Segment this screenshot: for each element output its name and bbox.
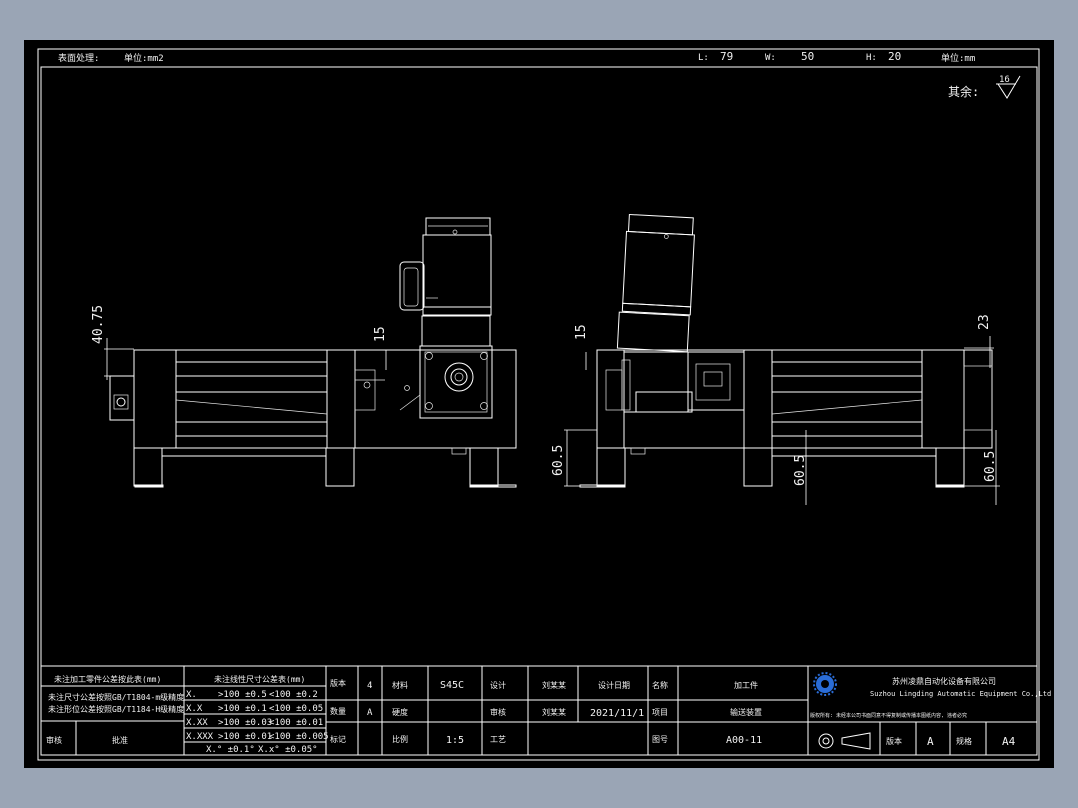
tol-a-3: >100 ±0.03: [218, 718, 272, 728]
unit-label: 单位:mm: [941, 52, 975, 64]
roughness-symbol: 16: [996, 75, 1021, 99]
tolerance-title: 未注线性尺寸公差表(mm): [214, 674, 305, 684]
tol-a-1: >100 ±0.5: [218, 690, 267, 700]
rest-label: 其余:: [948, 84, 979, 99]
drawing-sheet: 表面处理: 单位:mm2 L: 79 W: 50 H: 20 单位:mm 其余:…: [24, 40, 1054, 768]
process-label: 工艺: [490, 735, 506, 744]
surface-treatment-label: 表面处理:: [58, 52, 99, 64]
name-value: 加工件: [734, 680, 758, 690]
W-value: 50: [801, 50, 814, 63]
designer-name: 刘某某: [542, 680, 566, 690]
tol-b-1: <100 ±0.2: [269, 690, 318, 700]
drawing-no-value: A00-11: [726, 735, 762, 746]
dim-60-5-b: 60.5: [793, 455, 808, 486]
project-value: 输送装置: [730, 707, 762, 717]
size-value: A4: [1002, 735, 1016, 748]
note-2: 未注尺寸公差按照GB/T1804-m级精度: [48, 692, 184, 702]
checker-name: 刘某某: [542, 707, 566, 717]
L-label: L:: [698, 53, 709, 63]
mark-label: 标记: [330, 734, 346, 744]
right-view: 15 23 60.5 60.5 60.5: [551, 213, 1000, 505]
page-label: 版本: [886, 736, 902, 746]
H-value: 20: [888, 50, 901, 63]
inner-frame: [40, 66, 1038, 756]
approve-label: 批准: [112, 735, 128, 745]
dim-60-5-a: 60.5: [551, 445, 566, 476]
tol-fmt-1: X.: [186, 690, 197, 700]
note-3: 未注形位公差按照GB/T1184-H级精度: [48, 704, 184, 714]
name-label: 名称: [652, 680, 668, 690]
dim-15-right: 15: [574, 324, 589, 340]
svg-text:16: 16: [999, 75, 1010, 85]
tol-fmt-4: X.XXX: [186, 732, 214, 742]
dim-40-75: 40.75: [91, 305, 106, 344]
tol-fmt-3: X.XX: [186, 718, 208, 728]
check-label: 审核: [490, 707, 506, 717]
dim-60-5-c: 60.5: [983, 451, 998, 482]
company-name-cn: 苏州凌鼎自动化设备有限公司: [892, 676, 996, 686]
dim-15-left: 15: [373, 326, 388, 342]
quantity-value: 4: [367, 681, 372, 691]
material-label: 材料: [392, 680, 408, 690]
company-logo: [813, 672, 837, 696]
date-value: 2021/11/1: [590, 708, 644, 719]
angle-tol-b: X.x° ±0.05°: [258, 745, 318, 755]
note-1: 未注加工零件公差按此表(mm): [54, 674, 161, 684]
hardness-label: 硬度: [392, 707, 408, 717]
unit-area-label: 单位:mm2: [124, 52, 164, 64]
material-value: S45C: [440, 680, 464, 691]
projection-symbol: [818, 732, 871, 750]
design-label: 设计: [490, 680, 506, 690]
W-label: W:: [765, 53, 776, 63]
cad-drawing: 表面处理: 单位:mm2 L: 79 W: 50 H: 20 单位:mm 其余:…: [37, 48, 1051, 761]
tol-a-2: >100 ±0.1: [218, 704, 267, 714]
dim-23: 23: [977, 314, 992, 330]
tol-b-3: <100 ±0.01: [269, 718, 323, 728]
tol-b-4: <100 ±0.005: [269, 732, 329, 742]
tol-b-2: <100 ±0.05: [269, 704, 323, 714]
angle-tol-a: X.° ±0.1°: [206, 745, 255, 755]
scale-value: 1:5: [446, 735, 464, 746]
outer-frame: [37, 48, 1040, 761]
page-value: A: [927, 735, 934, 748]
scale-label: 比例: [392, 734, 408, 744]
project-label: 项目: [652, 708, 668, 717]
title-block: 未注加工零件公差按此表(mm) 未注尺寸公差按照GB/T1804-m级精度 未注…: [40, 665, 1051, 756]
quantity-label: 数量: [330, 706, 346, 716]
tol-fmt-2: X.X: [186, 704, 203, 714]
copyright-note: 版权所有: 未经本公司书面同意不得复制或传播本图纸内容, 违者必究: [810, 712, 967, 719]
version-label: 版本: [330, 678, 346, 688]
mark-value: A: [367, 708, 373, 718]
left-view: 40.75 15: [91, 217, 517, 488]
company-name-en: Suzhou Lingding Automatic Equipment Co.,…: [870, 690, 1051, 698]
drawing-no-label: 图号: [652, 735, 668, 744]
review-label: 审核: [46, 735, 62, 745]
size-label: 规格: [956, 736, 972, 746]
L-value: 79: [720, 50, 733, 63]
H-label: H:: [866, 53, 877, 63]
tol-a-4: >100 ±0.01: [218, 732, 272, 742]
date-label: 设计日期: [598, 680, 630, 690]
